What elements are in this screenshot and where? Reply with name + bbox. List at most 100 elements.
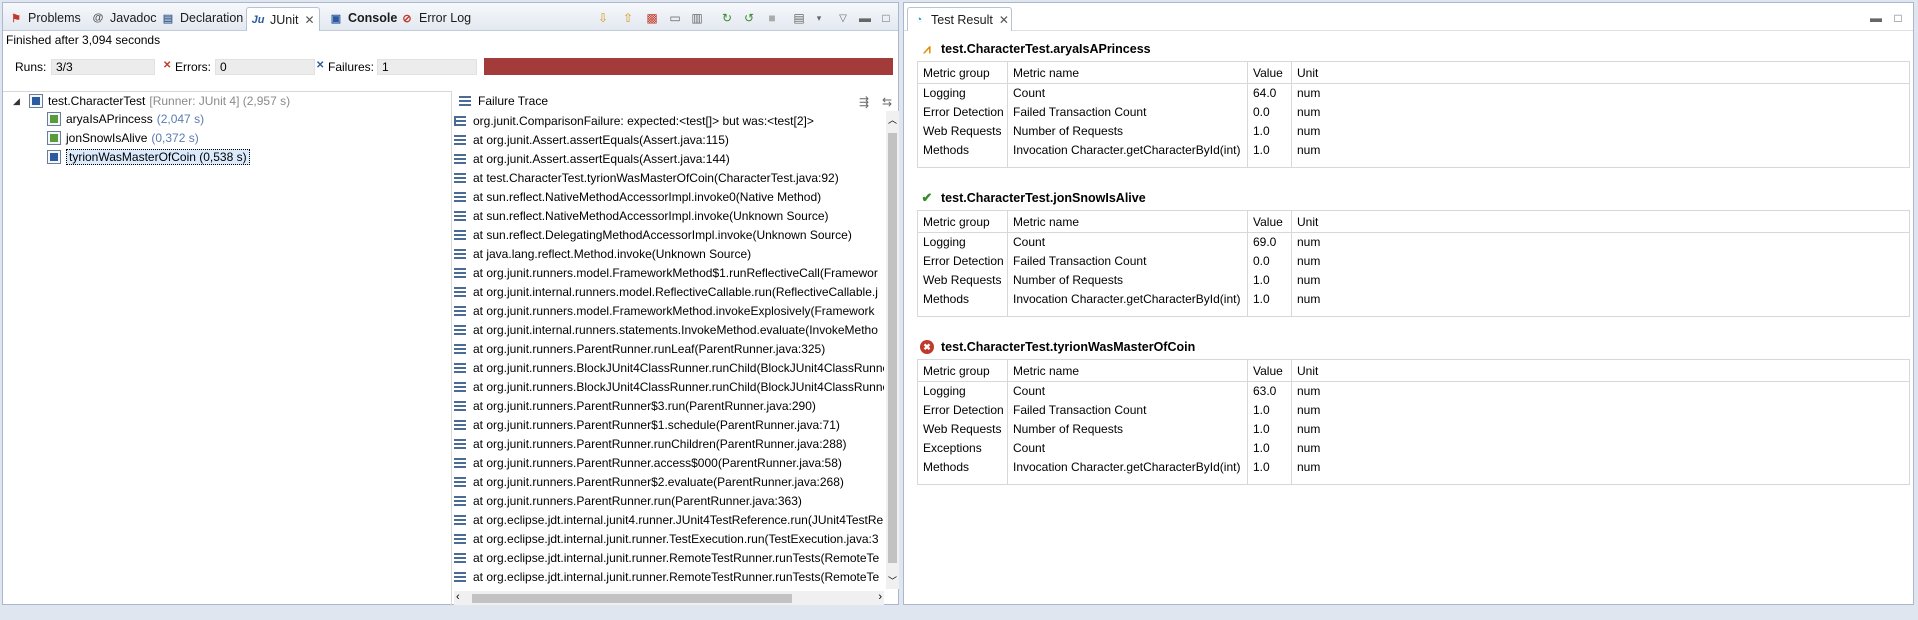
trace-line-text: at org.junit.runners.model.FrameworkMeth… — [473, 265, 878, 280]
stack-frame-icon — [454, 210, 466, 221]
test-history-icon[interactable]: ▤ — [791, 10, 807, 26]
trace-line[interactable]: at org.junit.runners.ParentRunner$2.eval… — [454, 472, 884, 491]
tree-root[interactable]: ◢ test.CharacterTest [Runner: JUnit 4] (… — [13, 92, 290, 110]
trace-line[interactable]: at org.junit.internal.runners.statements… — [454, 320, 884, 339]
tab-declaration[interactable]: ▤ Declaration — [157, 7, 243, 29]
metrics-row[interactable]: Web Requests Number of Requests 1.0 num — [918, 419, 1910, 439]
trace-line[interactable]: at org.junit.runners.ParentRunner$1.sche… — [454, 415, 884, 434]
result-section-header[interactable]: ✖ test.CharacterTest.tyrionWasMasterOfCoi… — [920, 337, 1195, 357]
tab-test-result[interactable]: ◔ Test Result ✕ — [907, 7, 1012, 31]
trace-line[interactable]: at org.junit.runners.ParentRunner.run(Pa… — [454, 491, 884, 510]
metric-value-cell: 1.0 — [1247, 270, 1292, 290]
metric-group-cell: Web Requests — [923, 273, 1002, 287]
test-failed-icon — [47, 150, 61, 164]
trace-line[interactable]: at sun.reflect.NativeMethodAccessorImpl.… — [454, 206, 884, 225]
scroll-left-icon[interactable]: ‹ — [456, 591, 460, 603]
trace-line[interactable]: at org.eclipse.jdt.internal.junit4.runne… — [454, 510, 884, 529]
history-dropdown-icon[interactable]: ▾ — [811, 10, 827, 26]
stop-icon[interactable]: ■ — [764, 10, 780, 26]
metrics-row[interactable]: Methods Invocation Character.getCharacter… — [918, 457, 1910, 477]
trace-line[interactable]: at org.junit.runners.BlockJUnit4ClassRun… — [454, 358, 884, 377]
tab-junit[interactable]: Ju JUnit ✕ — [246, 7, 320, 31]
metrics-row[interactable]: Error Detection Failed Transaction Count 0… — [918, 251, 1910, 271]
stack-frame-icon — [454, 495, 466, 506]
minimize-icon[interactable]: ▬ — [857, 10, 873, 26]
trace-line[interactable]: at org.eclipse.jdt.internal.junit.runner… — [454, 567, 884, 586]
trace-line[interactable]: at org.eclipse.jdt.internal.junit.runner… — [454, 529, 884, 548]
close-icon[interactable]: ✕ — [304, 13, 314, 27]
trace-line[interactable]: at org.junit.internal.runners.model.Refl… — [454, 282, 884, 301]
scroll-down-icon[interactable]: ﹀ — [888, 574, 897, 587]
metric-value-cell: 1.0 — [1247, 419, 1292, 439]
tab-console[interactable]: ▣ Console — [325, 7, 398, 29]
trace-line[interactable]: at org.junit.runners.ParentRunner.access… — [454, 453, 884, 472]
rerun-icon[interactable]: ↻ — [719, 10, 735, 26]
tab-error-log[interactable]: ⊘ Error Log — [396, 7, 471, 29]
trace-line[interactable]: at org.junit.runners.model.FrameworkMeth… — [454, 301, 884, 320]
metrics-row[interactable]: Methods Invocation Character.getCharacter… — [918, 140, 1910, 160]
trace-exception-line[interactable]: org.junit.ComparisonFailure: expected:<t… — [454, 111, 884, 130]
close-icon[interactable]: ✕ — [999, 13, 1009, 27]
tree-item-label: jonSnowIsAlive — [66, 131, 148, 145]
metrics-row[interactable]: Logging Count 64.0 num — [918, 83, 1910, 103]
column-header-group: Metric group — [917, 61, 1008, 84]
exception-icon — [454, 115, 466, 126]
javadoc-icon: @ — [92, 12, 104, 24]
metric-group-cell: Web Requests — [923, 124, 1002, 138]
metrics-row[interactable]: Methods Invocation Character.getCharacter… — [918, 289, 1910, 309]
scroll-lock-icon[interactable]: ▭ — [667, 10, 683, 26]
trace-line-text: at java.lang.reflect.Method.invoke(Unkno… — [473, 246, 752, 261]
problems-icon: ⚑ — [11, 12, 21, 25]
rerun-failed-first-icon[interactable]: ↺ — [741, 10, 757, 26]
metric-name-cell: Invocation Character.getCharacterById(in… — [1007, 289, 1248, 309]
metric-name-cell: Number of Requests — [1007, 419, 1248, 439]
trace-line[interactable]: at org.junit.runners.model.FrameworkMeth… — [454, 263, 884, 282]
trace-line-text: at org.junit.internal.runners.statements… — [473, 322, 878, 337]
tree-item[interactable]: jonSnowIsAlive (0,372 s) — [47, 129, 199, 147]
compare-result-icon[interactable]: ⇆ — [879, 94, 895, 110]
collapse-icon[interactable]: ◢ — [13, 96, 23, 107]
scroll-up-icon[interactable]: ︿ — [888, 113, 897, 126]
maximize-icon[interactable]: □ — [1890, 10, 1906, 26]
metrics-row[interactable]: Error Detection Failed Transaction Count 0… — [918, 102, 1910, 122]
result-section-header[interactable]: ✔ test.CharacterTest.jonSnowIsAlive — [920, 188, 1146, 208]
metrics-row[interactable]: Logging Count 63.0 num — [918, 381, 1910, 401]
trace-line-text: at org.junit.Assert.assertEquals(Assert.… — [473, 132, 729, 147]
view-menu-icon[interactable]: ▽ — [835, 10, 851, 26]
trace-line[interactable]: at org.junit.runners.ParentRunner$3.run(… — [454, 396, 884, 415]
scroll-right-icon[interactable]: › — [878, 591, 882, 603]
next-failure-icon[interactable]: ⇩ — [595, 10, 611, 26]
maximize-icon[interactable]: □ — [878, 10, 894, 26]
metrics-row[interactable]: Error Detection Failed Transaction Count 1… — [918, 400, 1910, 420]
trace-line[interactable]: at sun.reflect.NativeMethodAccessorImpl.… — [454, 187, 884, 206]
warning-chart-icon: ⩘ — [923, 41, 931, 56]
show-failures-only-icon[interactable]: ▩ — [644, 10, 660, 26]
metrics-row[interactable]: Logging Count 69.0 num — [918, 232, 1910, 252]
table-padding-row — [918, 308, 1910, 317]
trace-line[interactable]: at org.junit.Assert.assertEquals(Assert.… — [454, 130, 884, 149]
previous-failure-icon[interactable]: ⇧ — [620, 10, 636, 26]
metrics-row[interactable]: Web Requests Number of Requests 1.0 num — [918, 121, 1910, 141]
trace-line[interactable]: at test.CharacterTest.tyrionWasMasterOfC… — [454, 168, 884, 187]
filter-stack-icon[interactable]: ⇶ — [856, 94, 872, 110]
tab-problems[interactable]: ⚑ Problems — [5, 7, 81, 29]
vertical-scrollbar[interactable]: ︿ ﹀ — [886, 111, 899, 589]
tree-item[interactable]: aryaIsAPrincess (2,047 s) — [47, 110, 204, 128]
trace-line[interactable]: at org.junit.runners.ParentRunner.runChi… — [454, 434, 884, 453]
trace-line[interactable]: at org.junit.runners.BlockJUnit4ClassRun… — [454, 377, 884, 396]
trace-line[interactable]: at sun.reflect.DelegatingMethodAccessorI… — [454, 225, 884, 244]
metrics-row[interactable]: Web Requests Number of Requests 1.0 num — [918, 270, 1910, 290]
minimize-icon[interactable]: ▬ — [1868, 10, 1884, 26]
trace-line[interactable]: at org.junit.Assert.assertEquals(Assert.… — [454, 149, 884, 168]
history-icon[interactable]: ▥ — [689, 10, 705, 26]
trace-line[interactable]: at org.junit.runners.ParentRunner.runLea… — [454, 339, 884, 358]
trace-line[interactable]: at org.eclipse.jdt.internal.junit.runner… — [454, 548, 884, 567]
tree-item-selected[interactable]: tyrionWasMasterOfCoin (0,538 s) — [47, 148, 250, 166]
trace-line[interactable]: at java.lang.reflect.Method.invoke(Unkno… — [454, 244, 884, 263]
failure-trace-list[interactable]: org.junit.ComparisonFailure: expected:<t… — [454, 111, 884, 589]
tab-javadoc[interactable]: @ Javadoc — [87, 7, 157, 29]
result-section-title: test.CharacterTest.tyrionWasMasterOfCoin — [941, 340, 1196, 354]
horizontal-scrollbar[interactable]: ‹ › — [454, 591, 884, 605]
result-section-header[interactable]: ⩘ test.CharacterTest.aryaIsAPrincess — [920, 39, 1150, 59]
metrics-row[interactable]: Exceptions Count 1.0 num — [918, 438, 1910, 458]
